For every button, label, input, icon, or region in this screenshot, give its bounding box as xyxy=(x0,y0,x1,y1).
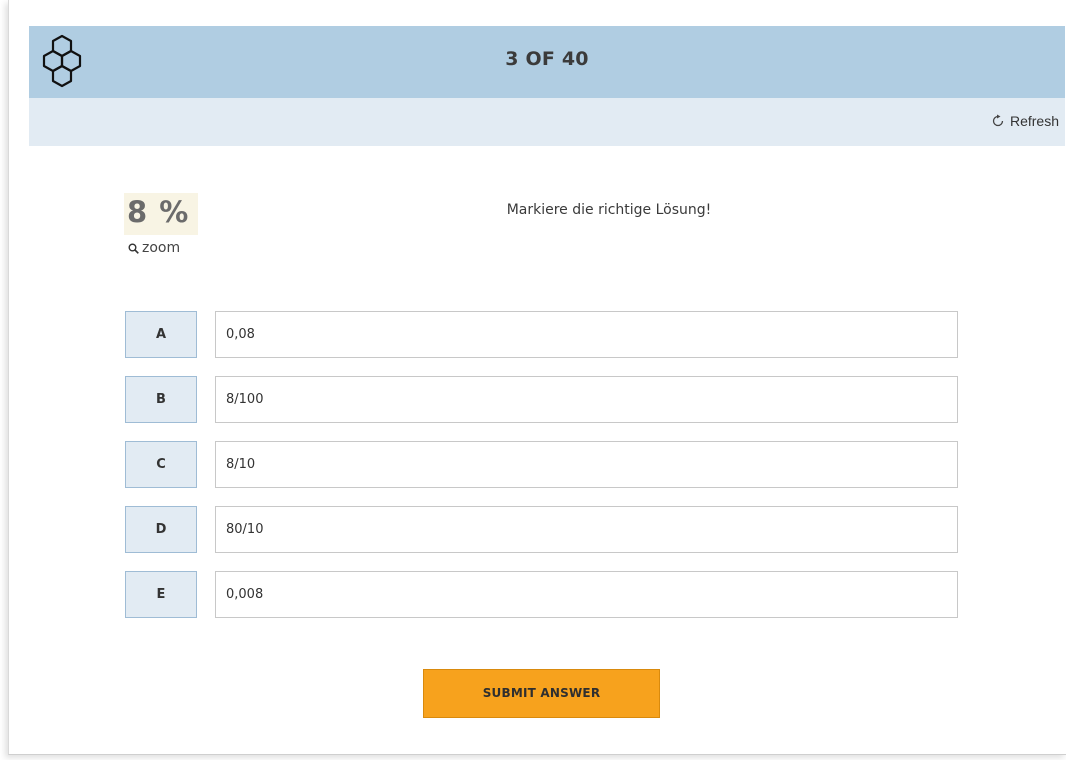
zoom-label: zoom xyxy=(142,240,181,256)
hexagon-grid-icon xyxy=(42,34,82,88)
submit-answer-button[interactable]: SUBMIT ANSWER xyxy=(423,669,660,718)
refresh-button[interactable]: Refresh xyxy=(991,113,1059,129)
header-bar: 3 OF 40 xyxy=(29,26,1065,98)
option-answer-c[interactable]: 8/10 xyxy=(215,441,958,488)
question-prompt: Markiere die richtige Lösung! xyxy=(506,202,712,218)
option-answer-a[interactable]: 0,08 xyxy=(215,311,958,358)
refresh-label: Refresh xyxy=(1009,113,1059,129)
option-answer-e[interactable]: 0,008 xyxy=(215,571,958,618)
refresh-icon xyxy=(992,114,1004,127)
option-key-a[interactable]: A xyxy=(125,311,197,358)
quiz-frame: 3 OF 40 Refresh 8 % zoom Markiere die ri… xyxy=(8,0,1066,755)
option-answer-d[interactable]: 80/10 xyxy=(215,506,958,553)
option-key-b[interactable]: B xyxy=(125,376,197,423)
question-counter: 3 OF 40 xyxy=(505,48,589,70)
toolbar: Refresh xyxy=(29,98,1065,146)
option-key-e[interactable]: E xyxy=(125,571,197,618)
question-image[interactable]: 8 % xyxy=(124,193,198,235)
search-icon xyxy=(128,243,139,254)
zoom-link[interactable]: zoom xyxy=(128,240,180,256)
option-key-c[interactable]: C xyxy=(125,441,197,488)
option-key-d[interactable]: D xyxy=(125,506,197,553)
question-image-text: 8 % xyxy=(127,195,190,229)
option-answer-b[interactable]: 8/100 xyxy=(215,376,958,423)
